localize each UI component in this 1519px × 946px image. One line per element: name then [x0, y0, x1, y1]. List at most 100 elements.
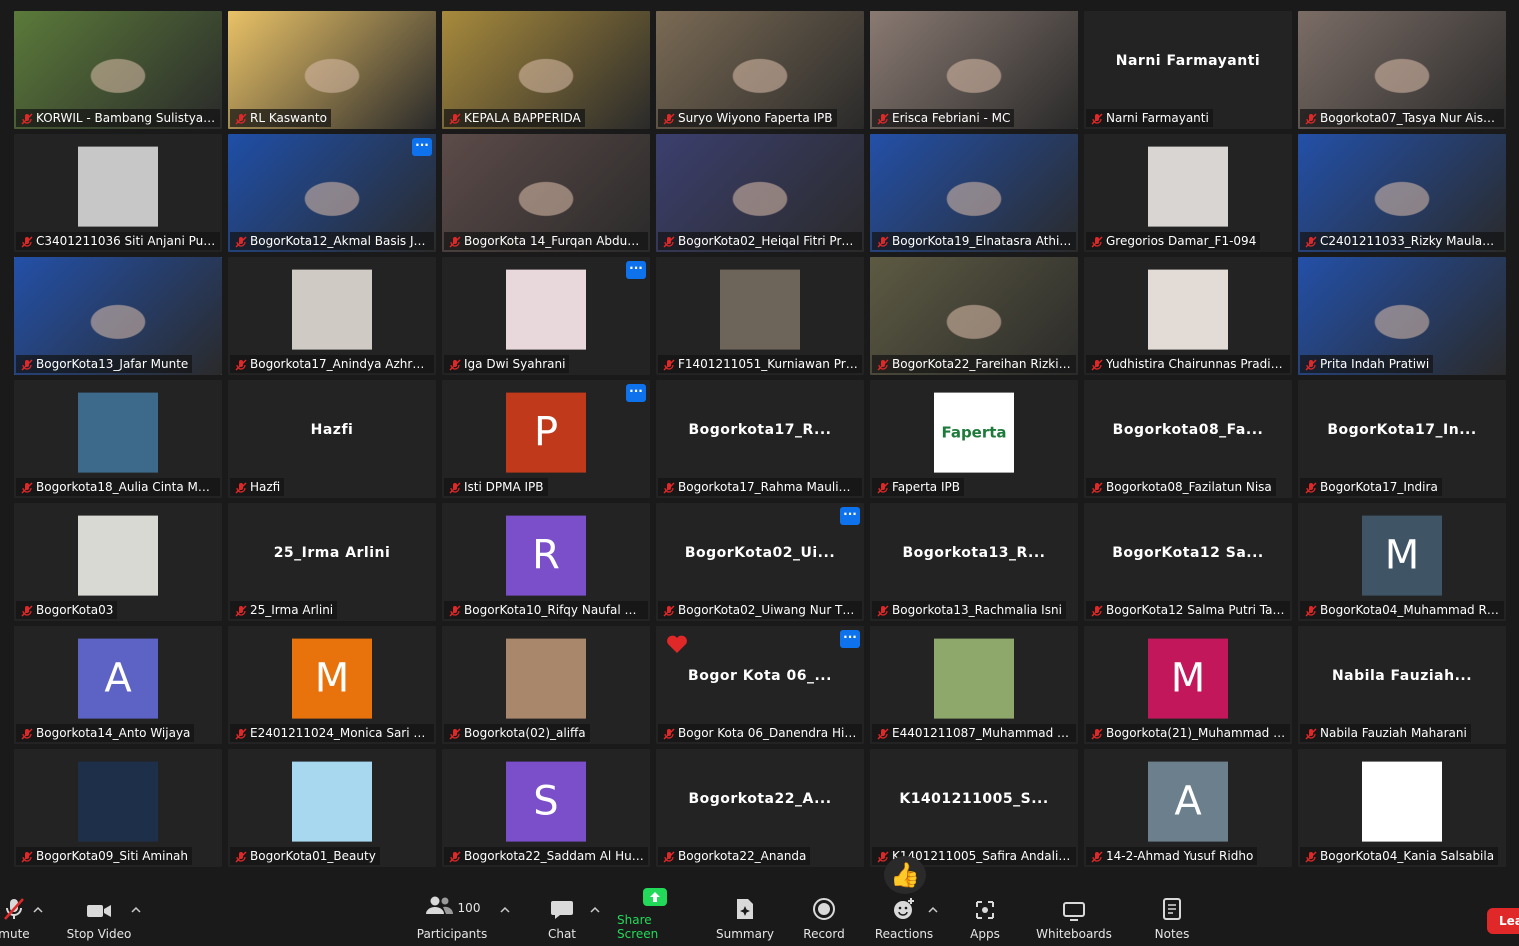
participant-tile[interactable]: BogorKota04_Kania Salsabila	[1298, 749, 1506, 867]
participant-tile[interactable]: Erisca Febriani - MC	[870, 11, 1078, 129]
chat-button[interactable]: Chat	[540, 876, 584, 946]
mic-muted-icon	[1091, 112, 1103, 125]
participant-tile[interactable]: BogorKota03	[14, 503, 222, 621]
participant-tile[interactable]: A 14-2-Ahmad Yusuf Ridho	[1084, 749, 1292, 867]
participant-tile[interactable]: C2401211033_Rizky Maulana ...	[1298, 134, 1506, 252]
participant-tile[interactable]: Bogor Kota 06_... Bogor Kota 06_Danendra …	[656, 626, 864, 744]
participant-tile[interactable]: Gregorios Damar_F1-094	[1084, 134, 1292, 252]
participant-tile[interactable]: M E2401211024_Monica Sari Ani	[228, 626, 436, 744]
whiteboards-button[interactable]: Whiteboards	[1034, 876, 1114, 946]
mic-muted-icon	[235, 850, 247, 863]
participant-tile[interactable]: RL Kaswanto	[228, 11, 436, 129]
participant-tile[interactable]: R BogorKota10_Rifqy Naufal Az...	[442, 503, 650, 621]
participant-tile[interactable]: A Bogorkota14_Anto Wijaya	[14, 626, 222, 744]
leave-button[interactable]: Lea	[1487, 908, 1519, 934]
participant-tile[interactable]: KEPALA BAPPERIDA	[442, 11, 650, 129]
participant-tile[interactable]: 25_Irma Arlini 25_Irma Arlini	[228, 503, 436, 621]
participant-video-thumbnail	[934, 638, 1014, 719]
mic-muted-icon	[877, 235, 889, 248]
participant-video-thumbnail: Faperta	[934, 392, 1014, 473]
participant-tile[interactable]: M BogorKota04_Muhammad Riz...	[1298, 503, 1506, 621]
participant-tile[interactable]: Narni Farmayanti Narni Farmayanti	[1084, 11, 1292, 129]
participant-name-label: Hazfi	[230, 478, 285, 496]
chevron-up-icon[interactable]	[131, 906, 141, 914]
participant-tile[interactable]: Bogorkota22_A... Bogorkota22_Ananda	[656, 749, 864, 867]
participant-tile[interactable]: BogorKota19_Elnatasra Athilla...	[870, 134, 1078, 252]
participant-tile[interactable]: Faperta Faperta IPB	[870, 380, 1078, 498]
chevron-up-icon[interactable]	[590, 906, 600, 914]
participant-tile[interactable]: F1401211051_Kurniawan Praw...	[656, 257, 864, 375]
mic-muted-icon	[449, 727, 461, 740]
participant-name-label: Bogorkota22_Saddam Al Hus...	[444, 847, 648, 865]
participant-name-label: Bogorkota22_Ananda	[658, 847, 811, 865]
mic-muted-icon	[1091, 850, 1103, 863]
participant-tile[interactable]: M Bogorkota(21)_Muhammad W...	[1084, 626, 1292, 744]
mic-muted-icon	[21, 850, 33, 863]
mic-muted-icon	[877, 604, 889, 617]
more-options-button[interactable]: ···	[840, 630, 860, 648]
apps-button[interactable]: Apps	[964, 876, 1006, 946]
meeting-toolbar: mute Stop Video 100 Participants Chat Sh…	[0, 876, 1519, 946]
participant-tile[interactable]: BogorKota17_In... BogorKota17_Indira	[1298, 380, 1506, 498]
participant-tile[interactable]: Nabila Fauziah... Nabila Fauziah Maharani	[1298, 626, 1506, 744]
participant-name: BogorKota19_Elnatasra Athilla...	[892, 234, 1076, 248]
participant-tile[interactable]: BogorKota02_Heiqal Fitri Pra...	[656, 134, 864, 252]
participant-name-label: 14-2-Ahmad Yusuf Ridho	[1086, 847, 1258, 865]
reactions-icon	[894, 898, 914, 919]
participant-name: BogorKota 14_Furqan Abduss...	[464, 234, 648, 248]
participant-tile[interactable]: Yudhistira Chairunnas Pradiva...	[1084, 257, 1292, 375]
participant-tile[interactable]: BogorKota09_Siti Aminah	[14, 749, 222, 867]
participants-button[interactable]: 100 Participants	[416, 876, 488, 946]
thumbs-up-emoji: 👍	[890, 861, 920, 889]
participant-name: Bogorkota14_Anto Wijaya	[36, 726, 191, 740]
participant-name-label: E2401211024_Monica Sari Ani	[230, 724, 434, 742]
participant-tile[interactable]: BogorKota 14_Furqan Abduss...	[442, 134, 650, 252]
participant-tile[interactable]: Bogorkota13_R... Bogorkota13_Rachmalia Is…	[870, 503, 1078, 621]
participant-tile[interactable]: BogorKota02_Ui... BogorKota02_Uiwang Nur …	[656, 503, 864, 621]
summary-button[interactable]: Summary	[715, 876, 775, 946]
participant-tile[interactable]: BogorKota01_Beauty	[228, 749, 436, 867]
participant-tile[interactable]: Bogorkota(02)_aliffa	[442, 626, 650, 744]
unmute-button[interactable]: mute	[0, 876, 34, 946]
mic-muted-icon	[1305, 727, 1317, 740]
participant-tile[interactable]: Bogorkota07_Tasya Nur Aisyah	[1298, 11, 1506, 129]
participant-tile[interactable]: BogorKota13_Jafar Munte	[14, 257, 222, 375]
participant-tile[interactable]: Iga Dwi Syahrani ···	[442, 257, 650, 375]
participant-tile[interactable]: Bogorkota08_Fa... Bogorkota08_Fazilatun N…	[1084, 380, 1292, 498]
participant-tile[interactable]: Suryo Wiyono Faperta IPB	[656, 11, 864, 129]
participant-tile[interactable]: C3401211036 Siti Anjani Putri	[14, 134, 222, 252]
chevron-up-icon[interactable]	[928, 906, 938, 914]
participant-tile[interactable]: Bogorkota18_Aulia Cinta Mah...	[14, 380, 222, 498]
record-button[interactable]: Record	[800, 876, 848, 946]
participant-name-label: BogorKota 14_Furqan Abduss...	[444, 232, 648, 250]
participant-tile[interactable]: S Bogorkota22_Saddam Al Hus...	[442, 749, 650, 867]
participant-tile[interactable]: KORWIL - Bambang Sulistyant...	[14, 11, 222, 129]
more-options-button[interactable]: ···	[412, 138, 432, 156]
more-options-button[interactable]: ···	[626, 384, 646, 402]
participant-tile[interactable]: BogorKota12 Sa... BogorKota12 Salma Putri…	[1084, 503, 1292, 621]
participant-tile[interactable]: BogorKota12_Akmal Basis Jati... ···	[228, 134, 436, 252]
participant-tile[interactable]: E4401211087_Muhammad Riz...	[870, 626, 1078, 744]
participant-tile[interactable]: Prita Indah Pratiwi	[1298, 257, 1506, 375]
participant-tile[interactable]: BogorKota22_Fareihan Rizki F...	[870, 257, 1078, 375]
participant-name-label: KORWIL - Bambang Sulistyant...	[16, 109, 220, 127]
participant-name-label: 25_Irma Arlini	[230, 601, 338, 619]
mic-muted-icon	[21, 235, 33, 248]
participant-tile[interactable]: Bogorkota17_R... Bogorkota17_Rahma Maulid…	[656, 380, 864, 498]
chevron-up-icon[interactable]	[33, 906, 43, 914]
mic-muted-icon	[235, 481, 247, 494]
participant-tile[interactable]: K1401211005_S... K1401211005_Safira Andal…	[870, 749, 1078, 867]
chevron-up-icon[interactable]	[500, 906, 510, 914]
participant-tile[interactable]: Bogorkota17_Anindya Azhra P...	[228, 257, 436, 375]
participant-tile[interactable]: Hazfi Hazfi	[228, 380, 436, 498]
participant-name-label: BogorKota22_Fareihan Rizki F...	[872, 355, 1076, 373]
participant-tile[interactable]: P Isti DPMA IPB ···	[442, 380, 650, 498]
stop-video-button[interactable]: Stop Video	[64, 876, 134, 946]
participant-name: BogorKota01_Beauty	[250, 849, 376, 863]
notes-button[interactable]: Notes	[1150, 876, 1194, 946]
participant-name: Suryo Wiyono Faperta IPB	[678, 111, 833, 125]
more-options-button[interactable]: ···	[626, 261, 646, 279]
apps-label: Apps	[970, 927, 1000, 941]
share-screen-button[interactable]: Share Screen	[617, 876, 693, 946]
more-options-button[interactable]: ···	[840, 507, 860, 525]
